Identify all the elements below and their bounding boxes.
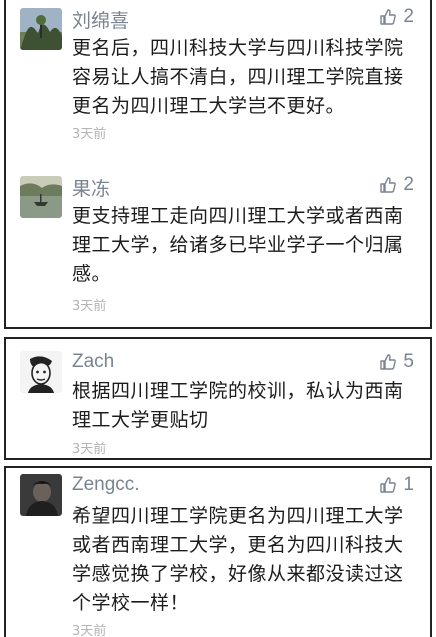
comment-card-group-3: Zengcc. 1 希望四川理工学院更名为四川理工大学或者西南理工大学，更名为四… (4, 466, 432, 637)
thumbs-up-icon (380, 9, 397, 25)
thumbs-up-icon (380, 177, 397, 193)
comment-text: 更名后，四川科技大学与四川科技学院容易让人搞不清白，四川理工学院直接更名为四川理… (72, 37, 404, 117)
comment-text: 希望四川理工学院更名为四川理工大学或者西南理工大学，更名为四川科技大学感觉换了学… (72, 505, 404, 614)
avatar[interactable] (20, 176, 62, 218)
comment-item: 刘绵喜 2 更名后，四川科技大学与四川科技学院容易让人搞不清白，四川理工学院直接… (6, 0, 430, 160)
like-count: 1 (403, 474, 414, 495)
comment-item: Zach 5 根据四川理工学院的校训，私认为西南理工大学更贴切 3天前 (6, 339, 430, 459)
sketch-face-avatar-icon (20, 351, 62, 393)
comment-author[interactable]: 果冻 (72, 174, 110, 201)
like-button[interactable]: 1 (379, 474, 414, 496)
like-button[interactable]: 2 (379, 174, 414, 196)
comment-item: 果冻 2 更支持理工走向四川理工大学或者西南理工大学，给诸多已毕业学子一个归属感… (6, 168, 430, 328)
landscape-avatar-icon (20, 8, 62, 50)
comment-item: Zengcc. 1 希望四川理工学院更名为四川理工大学或者西南理工大学，更名为四… (6, 468, 430, 637)
lake-boat-avatar-icon (20, 176, 62, 218)
comment-text: 根据四川理工学院的校训，私认为西南理工大学更贴切 (72, 380, 404, 431)
thumbs-up-icon (380, 477, 397, 493)
comment-card-group-2: Zach 5 根据四川理工学院的校训，私认为西南理工大学更贴切 3天前 (4, 337, 432, 460)
like-count: 2 (403, 174, 414, 195)
like-count: 5 (403, 351, 414, 372)
avatar[interactable] (20, 474, 62, 516)
comment-time: 3天前 (72, 442, 107, 457)
comment-text: 更支持理工走向四川理工大学或者西南理工大学，给诸多已毕业学子一个归属感。 (72, 205, 404, 285)
dark-photo-avatar-icon (20, 474, 62, 516)
avatar[interactable] (20, 351, 62, 393)
comment-author[interactable]: Zengcc. (72, 474, 140, 496)
comment-time: 3天前 (72, 127, 107, 142)
avatar[interactable] (20, 8, 62, 50)
comment-author[interactable]: 刘绵喜 (72, 6, 129, 33)
comment-author[interactable]: Zach (72, 351, 114, 373)
comment-time: 3天前 (72, 299, 107, 314)
comment-card-group-1: 刘绵喜 2 更名后，四川科技大学与四川科技学院容易让人搞不清白，四川理工学院直接… (4, 0, 432, 329)
like-button[interactable]: 2 (379, 6, 414, 28)
thumbs-up-icon (380, 354, 397, 370)
like-button[interactable]: 5 (379, 351, 414, 373)
comment-time: 3天前 (72, 624, 107, 637)
like-count: 2 (403, 6, 414, 27)
